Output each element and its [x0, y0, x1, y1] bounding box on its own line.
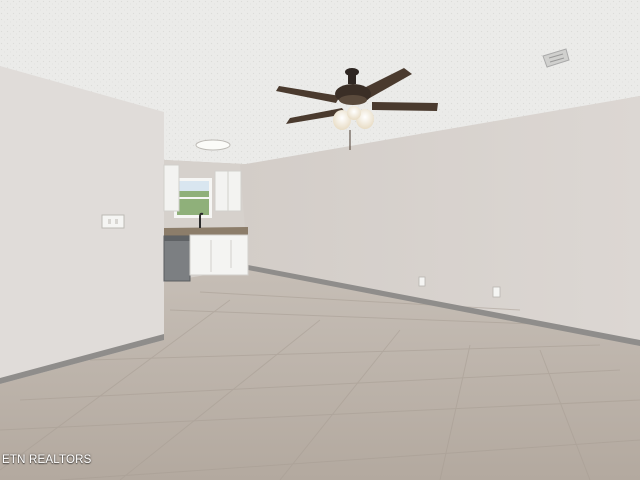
outlet-right [492, 286, 501, 298]
watermark-text: ETN REALTORS [2, 454, 92, 466]
dishwasher [163, 235, 191, 282]
left-wall [0, 66, 164, 384]
room-photo: ETN REALTORS [0, 0, 640, 480]
ceiling-light [195, 139, 231, 151]
outlet-left [418, 276, 426, 287]
lower-cabinets [189, 234, 249, 276]
kitchen-window [174, 178, 212, 218]
upper-cabinet-left [163, 164, 180, 212]
light-switch [101, 214, 125, 229]
room-illustration [0, 0, 640, 480]
